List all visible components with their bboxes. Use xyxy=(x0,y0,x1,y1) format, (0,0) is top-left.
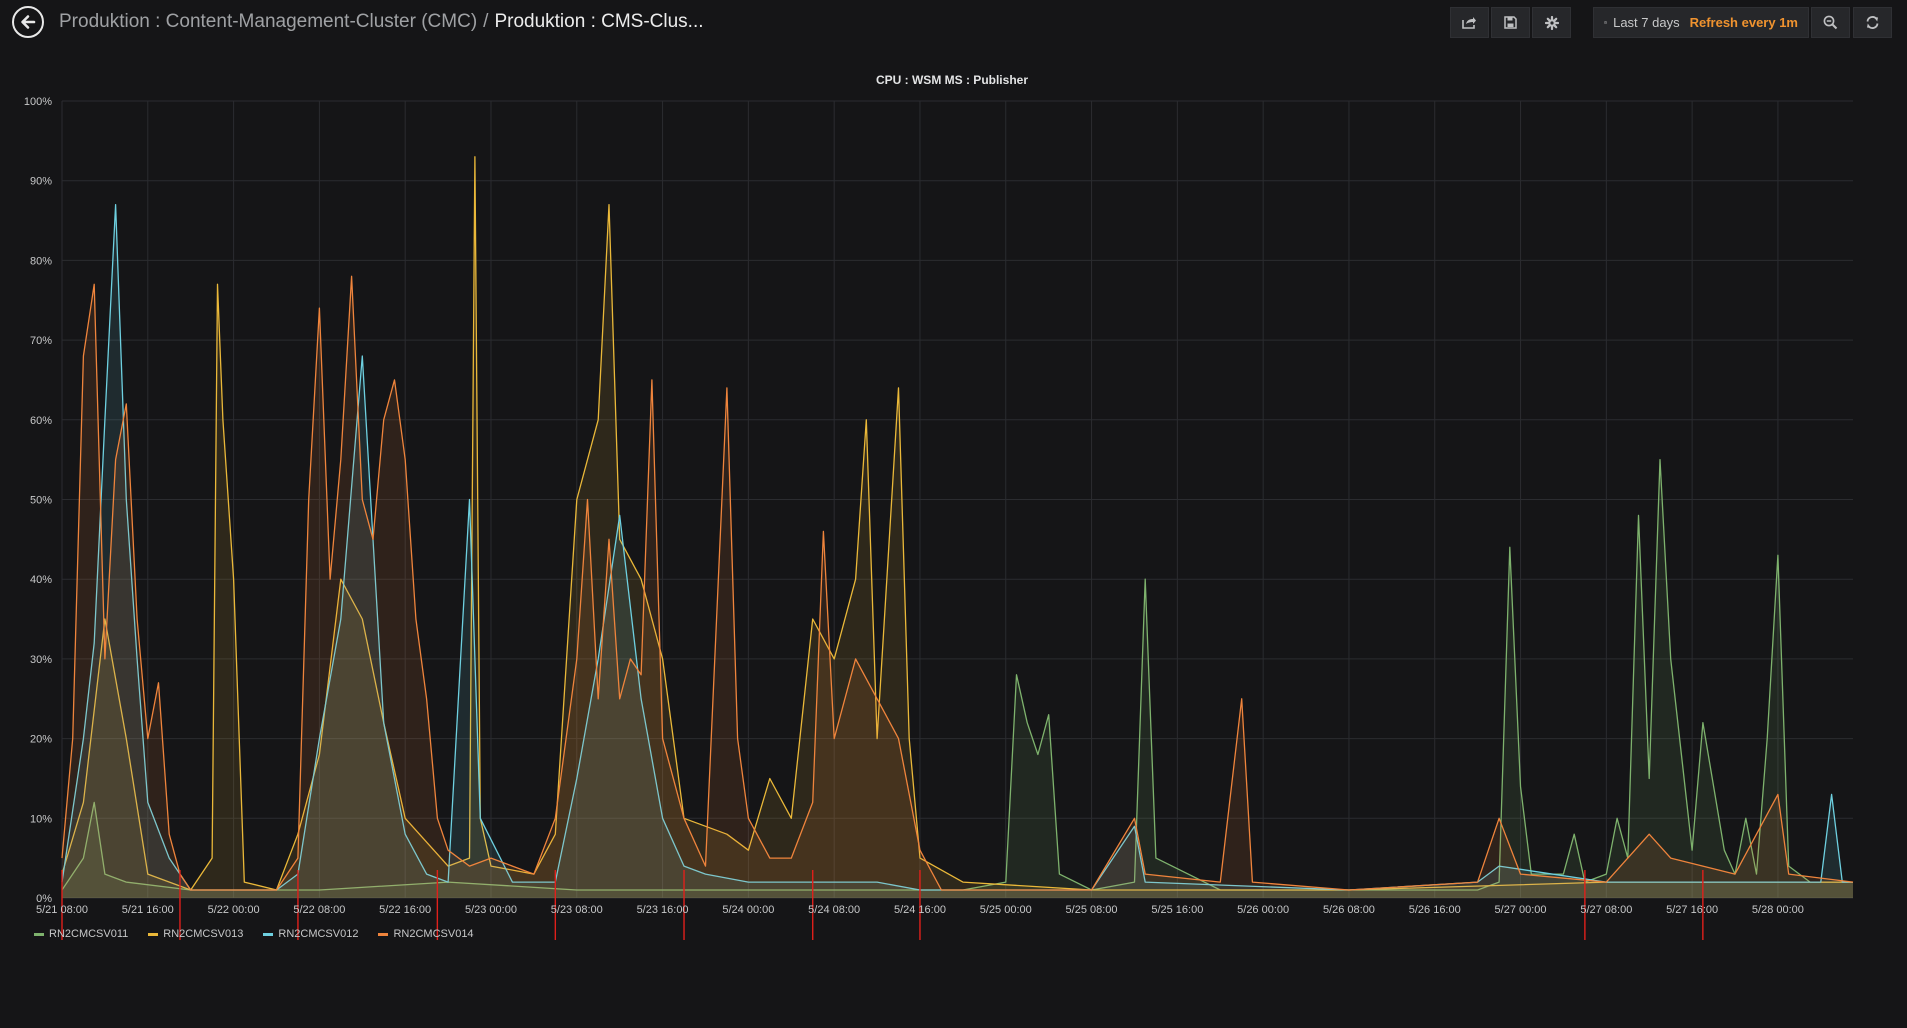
x-tick-label: 5/21 16:00 xyxy=(122,904,174,916)
refresh-interval-label: Refresh every 1m xyxy=(1689,15,1798,30)
legend-item-rn2cmcsv011[interactable]: RN2CMCSV011 xyxy=(34,928,128,940)
panel-title[interactable]: CPU : WSM MS : Publisher xyxy=(876,73,1028,87)
share-icon xyxy=(1462,17,1476,29)
x-tick-label: 5/23 08:00 xyxy=(551,904,603,916)
x-tick-label: 5/27 00:00 xyxy=(1495,904,1547,916)
y-tick-label: 40% xyxy=(30,574,52,586)
cpu-graph-panel[interactable]: 0% 10% 20% 30% 40% 50% 60% 70% 80% 90% 100% 5/21 08… xyxy=(0,60,1907,960)
back-button[interactable] xyxy=(12,6,44,38)
x-tick-label: 5/25 00:00 xyxy=(980,904,1032,916)
zoom-out-button[interactable] xyxy=(1811,7,1850,38)
breadcrumb: Produktion : Content-Management-Cluster … xyxy=(59,11,704,33)
settings-button[interactable] xyxy=(1532,7,1571,38)
time-range-picker[interactable]: Last 7 days Refresh every 1m xyxy=(1593,7,1809,38)
dashboard-navbar: Produktion : Content-Management-Cluster … xyxy=(0,0,1907,46)
breadcrumb-parent-link[interactable]: Produktion : Content-Management-Cluster … xyxy=(59,11,477,32)
legend-label: RN2CMCSV011 xyxy=(49,928,129,940)
time-range-label: Last 7 days xyxy=(1613,15,1680,30)
cpu-graph-svg[interactable]: 0%10%20%30%40%50%60%70%80%90%100%5/21 08… xyxy=(0,60,1907,960)
legend-swatch xyxy=(378,932,389,936)
y-tick-label: 30% xyxy=(30,654,52,666)
x-tick-label: 5/23 16:00 xyxy=(637,904,689,916)
legend-label: RN2CMCSV012 xyxy=(278,928,359,940)
legend-item-rn2cmcsv014[interactable]: RN2CMCSV014 xyxy=(378,928,474,940)
share-button[interactable] xyxy=(1450,7,1489,38)
arrow-left-icon xyxy=(21,15,36,29)
clock-icon xyxy=(1604,21,1607,24)
x-tick-label: 5/24 08:00 xyxy=(808,904,860,916)
y-tick-label: 100% xyxy=(24,96,52,108)
x-tick-label: 5/24 16:00 xyxy=(894,904,946,916)
legend-label: RN2CMCSV014 xyxy=(393,928,474,940)
legend-swatch xyxy=(34,932,44,936)
legend-item-rn2cmcsv012[interactable]: RN2CMCSV012 xyxy=(263,928,358,940)
x-tick-label: 5/26 00:00 xyxy=(1237,904,1289,916)
x-tick-label: 5/27 08:00 xyxy=(1580,904,1632,916)
y-tick-label: 50% xyxy=(30,495,52,507)
legend-item-rn2cmcsv013[interactable]: RN2CMCSV013 xyxy=(148,928,243,940)
refresh-icon xyxy=(1866,16,1879,29)
y-tick-label: 80% xyxy=(30,255,52,267)
x-tick-label: 5/22 00:00 xyxy=(208,904,260,916)
legend-label: RN2CMCSV013 xyxy=(163,928,244,940)
save-dashboard-button[interactable] xyxy=(1491,7,1530,38)
x-tick-label: 5/24 00:00 xyxy=(722,904,774,916)
gear-icon xyxy=(1544,15,1559,30)
y-tick-label: 60% xyxy=(30,415,52,427)
x-tick-label: 5/25 08:00 xyxy=(1066,904,1118,916)
refresh-button[interactable] xyxy=(1853,7,1892,38)
x-tick-label: 5/22 08:00 xyxy=(293,904,345,916)
legend-swatch xyxy=(148,932,159,936)
series-area-rn2cmcsv014 xyxy=(62,276,1853,898)
x-tick-label: 5/21 08:00 xyxy=(36,904,88,916)
y-tick-label: 90% xyxy=(30,176,52,188)
magnifier-zoom-out-icon xyxy=(1823,15,1838,30)
x-tick-label: 5/23 00:00 xyxy=(465,904,517,916)
x-tick-label: 5/27 16:00 xyxy=(1666,904,1718,916)
x-tick-label: 5/26 08:00 xyxy=(1323,904,1375,916)
x-tick-label: 5/25 16:00 xyxy=(1151,904,1203,916)
y-tick-label: 20% xyxy=(30,734,52,746)
x-tick-label: 5/22 16:00 xyxy=(379,904,431,916)
breadcrumb-current-dashboard[interactable]: Produktion : CMS-Clus... xyxy=(494,11,703,32)
graph-legend: RN2CMCSV011 RN2CMCSV013 RN2CMCSV012 RN2CMCS… xyxy=(34,928,474,940)
y-tick-label: 10% xyxy=(30,813,52,825)
floppy-disk-icon xyxy=(1504,16,1517,29)
legend-swatch xyxy=(263,932,274,936)
y-tick-label: 70% xyxy=(30,335,52,347)
x-tick-label: 5/28 00:00 xyxy=(1752,904,1804,916)
x-tick-label: 5/26 16:00 xyxy=(1409,904,1461,916)
breadcrumb-separator: / xyxy=(483,11,489,32)
